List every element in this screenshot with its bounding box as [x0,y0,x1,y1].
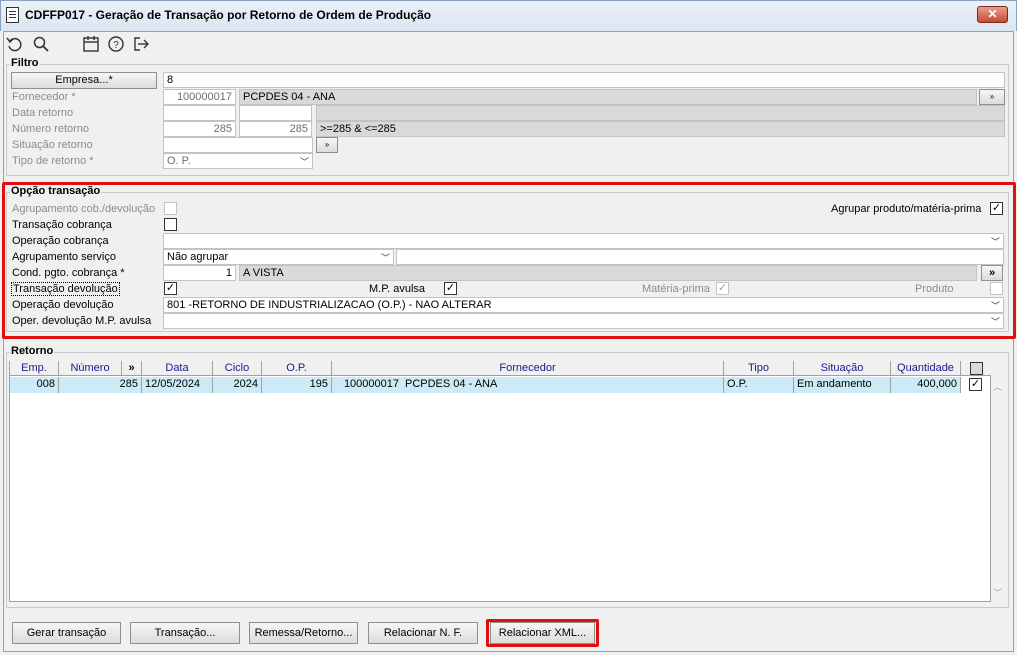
transacao-devolucao-checkbox[interactable]: ✓ [164,282,177,295]
data-retorno-expr [316,105,1005,121]
fornecedor-name-field: PCPDES 04 - ANA [239,89,977,105]
cell-op: 195 [262,377,332,393]
operacao-cobranca-select[interactable]: ﹀ [163,233,1004,249]
help-icon[interactable]: ? [107,35,125,53]
calendar-icon[interactable] [82,35,100,53]
tipo-retorno-select[interactable]: O. P. ﹀ [163,153,313,169]
relacionar-nf-button[interactable]: Relacionar N. F. [368,622,478,644]
fornecedor-lookup-button[interactable]: » [979,89,1005,105]
cell-tipo: O.P. [724,377,794,393]
fornecedor-code-input[interactable]: 100000017 [163,89,236,105]
operacao-devolucao-value: 801 -RETORNO DE INDUSTRIALIZACAO (O.P.) … [167,299,492,311]
vertical-scrollbar[interactable] [991,361,1008,602]
agrupamento-servico-label: Agrupamento serviço [12,251,116,263]
numero-retorno-to[interactable]: 285 [239,121,312,137]
search-icon[interactable] [32,35,50,53]
chevron-down-icon: ﹀ [991,317,1001,327]
situacao-retorno-label: Situação retorno [12,139,93,151]
operacao-devolucao-select[interactable]: 801 -RETORNO DE INDUSTRIALIZACAO (O.P.) … [163,297,1004,313]
cond-pgto-lookup-button[interactable]: » [981,265,1003,281]
col-header-tipo[interactable]: Tipo [724,361,794,376]
col-header-select[interactable] [961,361,991,376]
col-header-op[interactable]: O.P. [262,361,332,376]
gerar-transacao-button[interactable]: Gerar transação [12,622,121,644]
svg-text:?: ? [113,40,119,51]
situacao-lookup-button[interactable]: » [316,137,338,153]
cond-pgto-name-field: A VISTA [239,265,977,281]
col-header-data[interactable]: Data [142,361,213,376]
app-icon [6,7,19,23]
close-icon: ✕ [987,7,998,21]
agrupar-produto-label: Agrupar produto/matéria-prima [831,203,982,215]
undo-icon[interactable] [6,35,24,53]
agrupamento-servico-extra [396,249,1004,265]
select-all-checkbox[interactable] [969,362,983,375]
transacao-devolucao-label: Transação devolução [11,282,120,296]
data-retorno-label: Data retorno [12,107,74,119]
oper-dev-mp-label: Oper. devolução M.P. avulsa [12,315,152,327]
col-header-expand[interactable]: » [122,361,142,376]
filtro-title: Filtro [10,57,40,69]
agrupamento-servico-value: Não agrupar [167,251,229,263]
col-header-fornecedor[interactable]: Fornecedor [332,361,724,376]
tipo-retorno-label: Tipo de retorno * [12,155,94,167]
empresa-button[interactable]: Empresa...* [11,72,157,89]
empresa-input[interactable]: 8 [163,72,1005,88]
col-header-situacao[interactable]: Situação [794,361,891,376]
chevron-down-icon: ﹀ [381,253,391,263]
cond-pgto-code-input[interactable]: 1 [163,265,236,281]
data-retorno-to[interactable] [239,105,312,121]
tipo-retorno-value: O. P. [167,155,191,167]
cell-fornecedor-name: PCPDES 04 - ANA [402,377,724,393]
close-button[interactable]: ✕ [977,6,1008,23]
agrupar-produto-checkbox[interactable]: ✓ [990,202,1003,215]
col-header-quantidade[interactable]: Quantidade [891,361,961,376]
numero-retorno-label: Número retorno [12,123,90,135]
cell-ciclo: 2024 [213,377,262,393]
chevron-down-icon: ﹀ [991,301,1001,311]
col-header-numero[interactable]: Número [59,361,122,376]
agrupamento-servico-select[interactable]: Não agrupar ﹀ [163,249,394,265]
row-checkbox[interactable]: ✓ [969,378,982,391]
mp-avulsa-checkbox[interactable]: ✓ [444,282,457,295]
scroll-down-icon[interactable]: ﹀ [993,586,1002,599]
retorno-table [9,361,991,602]
operacao-cobranca-label: Operação cobrança [12,235,109,247]
cond-pgto-label: Cond. pgto. cobrança * [12,267,125,279]
produto-label: Produto [915,283,954,295]
data-retorno-from[interactable] [163,105,236,121]
materia-prima-checkbox[interactable]: ✓ [716,282,729,295]
cell-data: 12/05/2024 [142,377,213,393]
situacao-retorno-input[interactable] [163,137,313,153]
exit-icon[interactable] [132,35,150,53]
chevron-down-icon: ﹀ [300,157,310,167]
cell-fornecedor-code: 100000017 [343,378,399,390]
cell-emp: 008 [10,377,59,393]
produto-checkbox[interactable] [990,282,1003,295]
agrupamento-cob-checkbox[interactable] [164,202,177,215]
highlight-relacionar-xml [486,619,599,647]
mp-avulsa-label: M.P. avulsa [369,283,426,295]
operacao-devolucao-label: Operação devolução [12,299,114,311]
numero-retorno-from[interactable]: 285 [163,121,236,137]
fornecedor-label: Fornecedor * [12,91,76,103]
cell-quantidade: 400,000 [891,377,961,393]
transacao-button[interactable]: Transação... [130,622,240,644]
retorno-title: Retorno [10,345,55,357]
scroll-up-icon[interactable]: ︿ [993,380,1002,393]
oper-dev-mp-select[interactable]: ﹀ [163,313,1004,329]
numero-retorno-expr: >=285 & <=285 [316,121,1005,137]
cell-situacao: Em andamento [794,377,891,393]
chevron-down-icon: ﹀ [991,237,1001,247]
materia-prima-label: Matéria-prima [642,283,710,295]
window-title: CDFFP017 - Geração de Transação por Reto… [25,8,432,22]
remessa-retorno-button[interactable]: Remessa/Retorno... [249,622,358,644]
col-header-emp[interactable]: Emp. [10,361,59,376]
transacao-cobranca-checkbox[interactable] [164,218,177,231]
col-header-ciclo[interactable]: Ciclo [213,361,262,376]
cell-numero: 285 [59,377,142,393]
transacao-cobranca-label: Transação cobrança [12,219,112,231]
agrupamento-cob-label: Agrupamento cob./devolução [12,203,156,215]
